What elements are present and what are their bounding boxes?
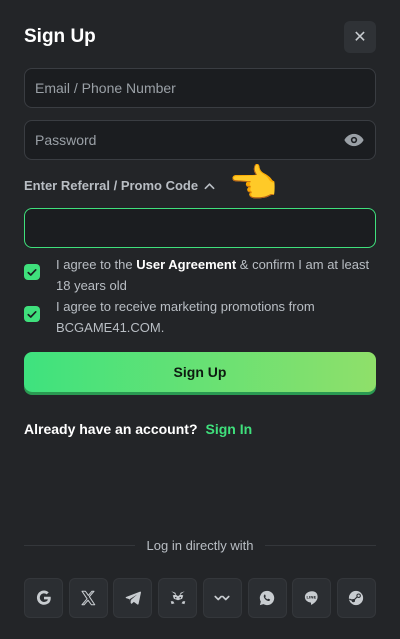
page-title: Sign Up bbox=[24, 26, 96, 47]
signup-modal: Sign Up ✕ Enter Referral / Promo Code 👈 bbox=[0, 0, 400, 639]
pointing-hand-icon: 👈 bbox=[228, 162, 278, 206]
x-icon bbox=[81, 590, 96, 606]
divider-line-right bbox=[265, 544, 377, 546]
marketing-text: I agree to receive marketing promotions … bbox=[56, 299, 315, 335]
social-login-row: LINE bbox=[24, 578, 376, 618]
promo-field-container bbox=[24, 208, 376, 248]
check-icon bbox=[27, 268, 37, 276]
metamask-icon bbox=[170, 591, 185, 605]
close-button[interactable]: ✕ bbox=[344, 21, 376, 53]
line-login-button[interactable]: LINE bbox=[292, 578, 332, 618]
terms-prefix: I agree to the bbox=[56, 257, 137, 272]
check-icon bbox=[27, 310, 37, 318]
line-icon: LINE bbox=[304, 591, 318, 605]
password-field-container bbox=[24, 120, 376, 160]
referral-toggle[interactable]: Enter Referral / Promo Code bbox=[24, 178, 215, 193]
agreement-row-terms: I agree to the User Agreement & confirm … bbox=[24, 254, 376, 296]
marketing-checkbox[interactable] bbox=[24, 306, 40, 322]
walletconnect-icon bbox=[214, 595, 230, 601]
metamask-login-button[interactable] bbox=[158, 578, 198, 618]
sign-in-link[interactable]: Sign In bbox=[206, 421, 253, 437]
sign-up-button[interactable]: Sign Up bbox=[24, 352, 376, 392]
email-field[interactable] bbox=[35, 80, 365, 96]
steam-login-button[interactable] bbox=[336, 578, 376, 618]
login-with-text: Log in directly with bbox=[146, 537, 254, 553]
walletconnect-login-button[interactable] bbox=[202, 578, 242, 618]
promo-code-input[interactable] bbox=[35, 220, 365, 236]
user-agreement-link[interactable]: User Agreement bbox=[136, 257, 236, 272]
close-icon: ✕ bbox=[353, 29, 367, 46]
telegram-login-button[interactable] bbox=[113, 578, 153, 618]
svg-text:LINE: LINE bbox=[306, 594, 316, 599]
login-divider: Log in directly with bbox=[24, 537, 377, 553]
whatsapp-login-button[interactable] bbox=[247, 578, 287, 618]
have-account-text: Already have an account? bbox=[24, 421, 198, 437]
eye-icon[interactable] bbox=[343, 133, 365, 147]
agreement-row-marketing: I agree to receive marketing promotions … bbox=[24, 296, 376, 338]
password-field[interactable] bbox=[35, 132, 343, 148]
divider-line-left bbox=[24, 544, 135, 546]
telegram-icon bbox=[125, 591, 141, 605]
whatsapp-icon bbox=[259, 590, 275, 606]
referral-label: Enter Referral / Promo Code bbox=[24, 178, 199, 193]
google-login-button[interactable] bbox=[24, 578, 63, 618]
steam-icon bbox=[349, 590, 364, 606]
google-icon bbox=[36, 590, 51, 605]
email-field-container bbox=[24, 68, 376, 108]
terms-text: I agree to the User Agreement & confirm … bbox=[54, 254, 376, 296]
terms-checkbox[interactable] bbox=[24, 264, 40, 280]
have-account-row: Already have an account? Sign In bbox=[24, 421, 252, 437]
x-login-button[interactable] bbox=[68, 578, 108, 618]
chevron-up-icon bbox=[204, 178, 215, 193]
